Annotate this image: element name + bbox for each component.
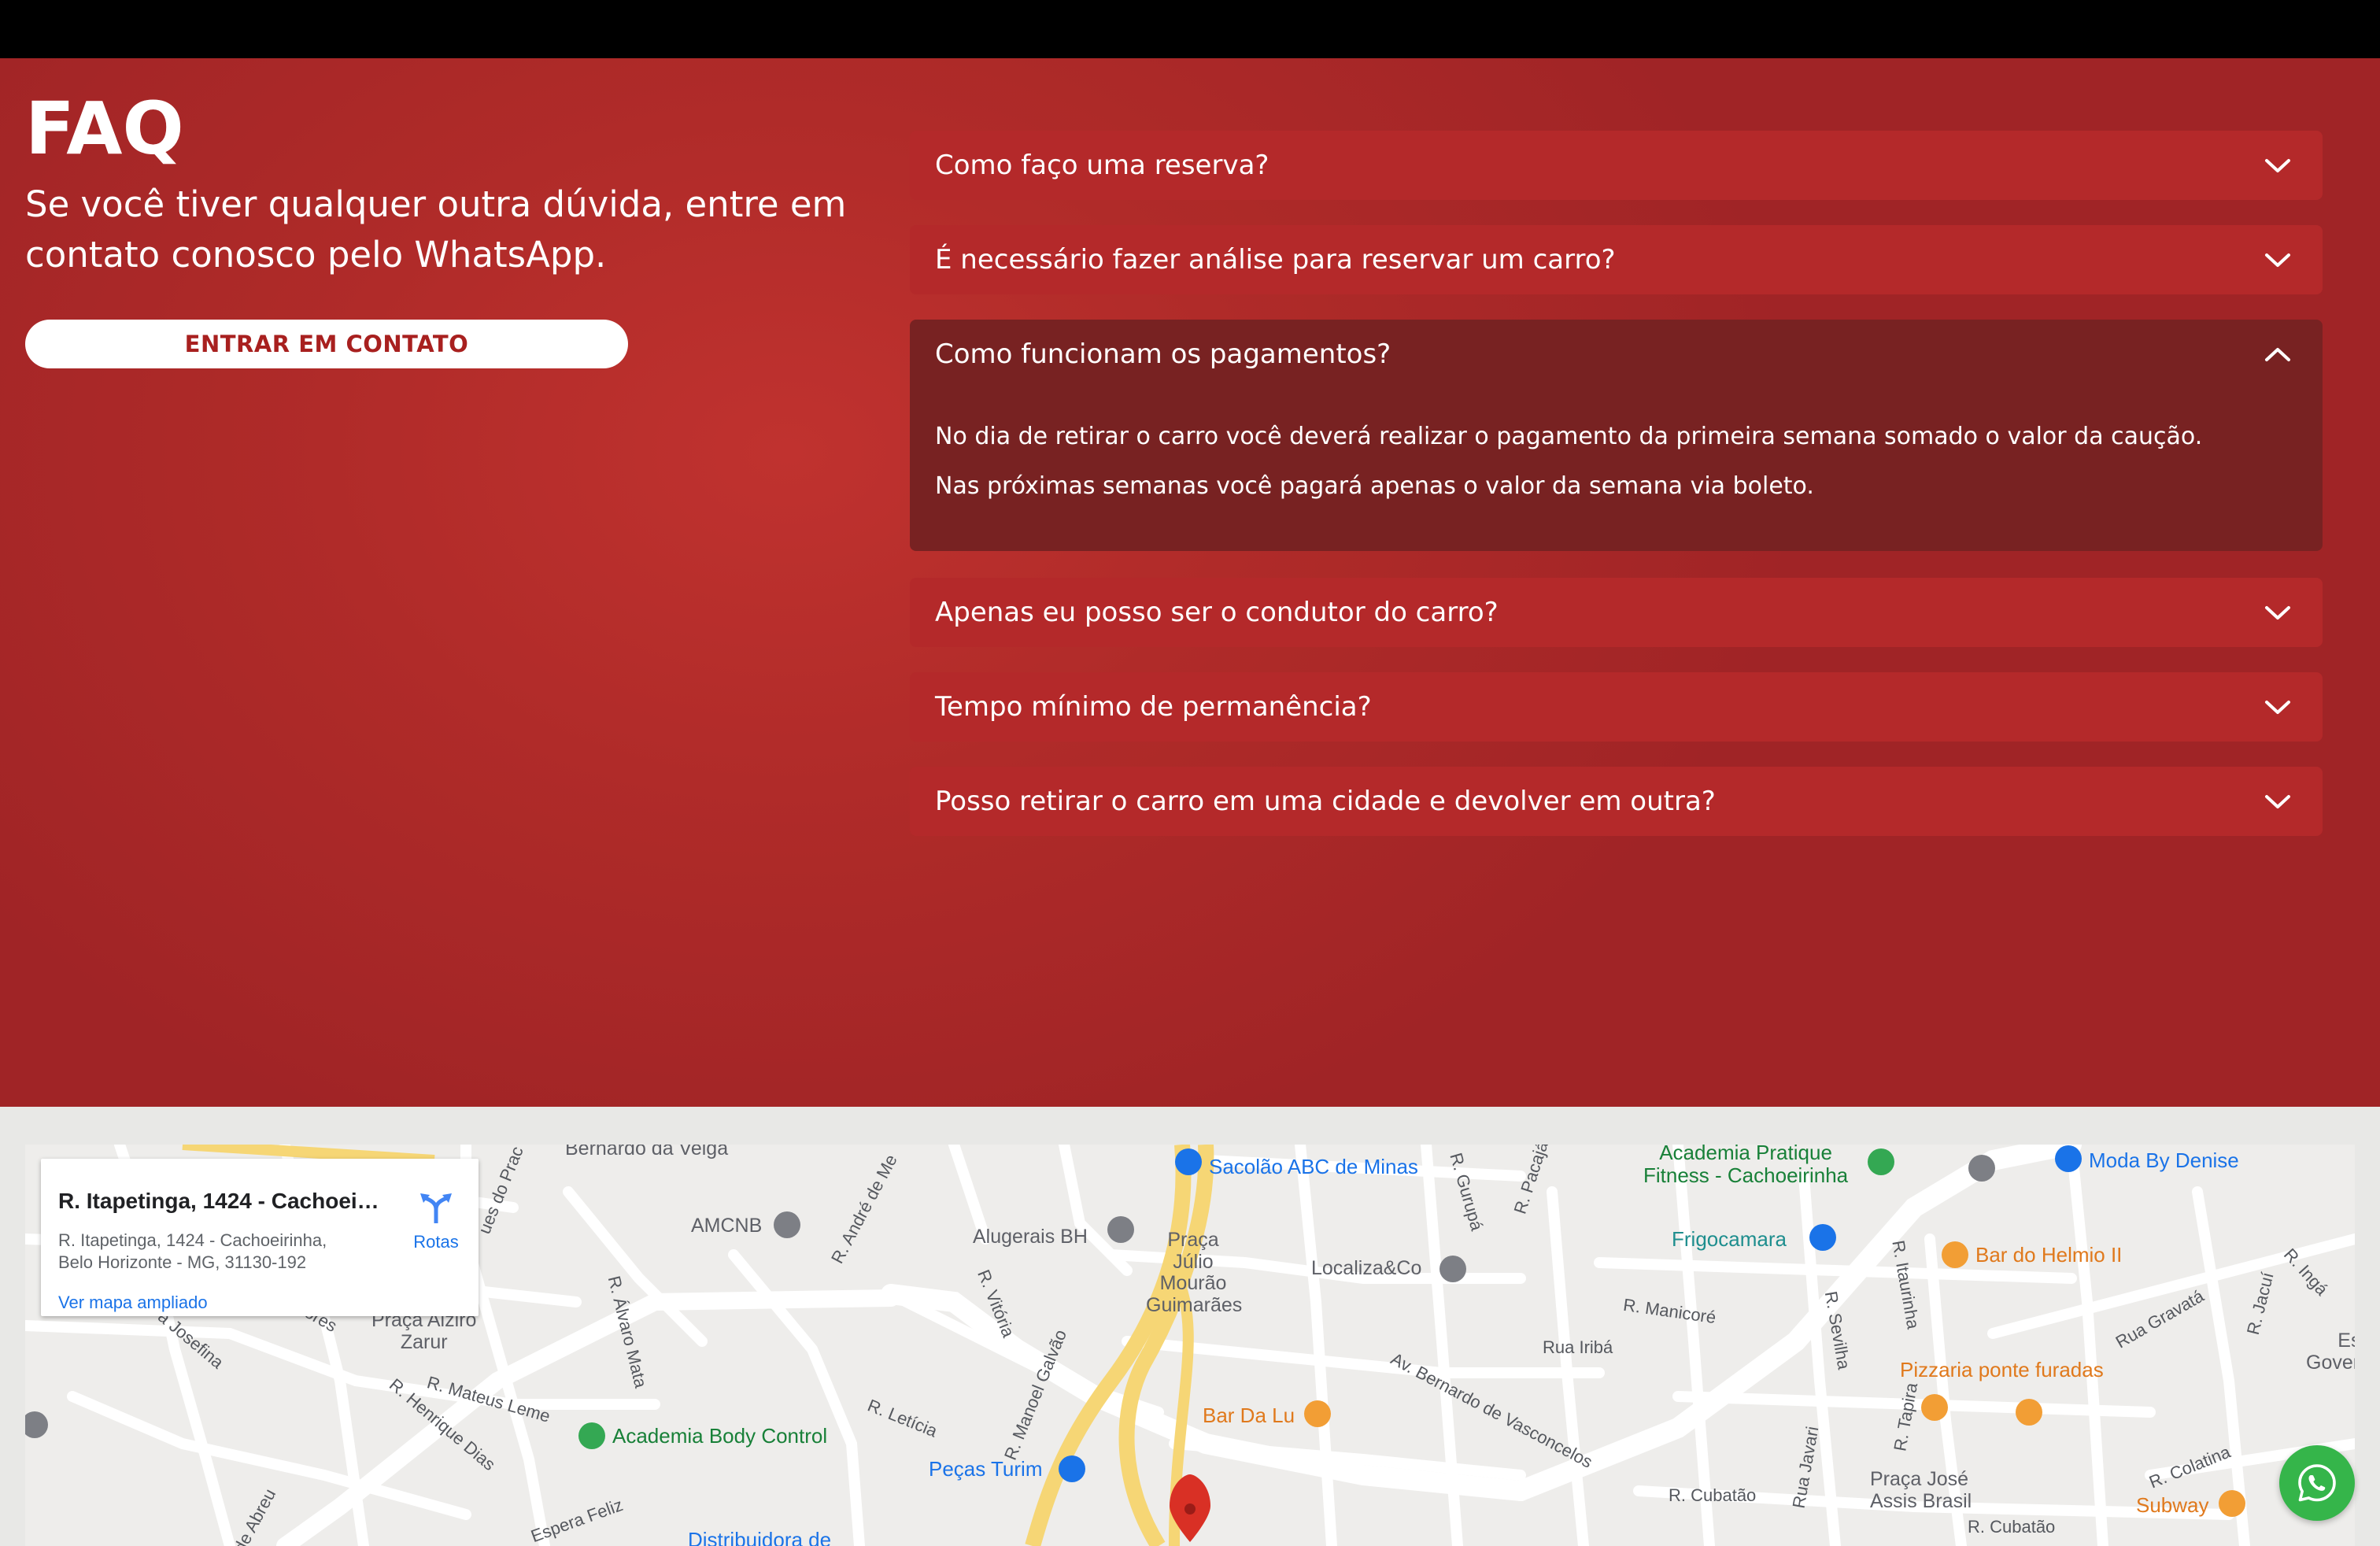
map-place-label: Alugerais BH — [973, 1226, 1088, 1248]
larger-map-link[interactable]: Ver mapa ampliado — [58, 1293, 208, 1313]
map-place-label: Praça José Assis Brasil — [1870, 1468, 1972, 1512]
faq-question: Como faço uma reserva? — [935, 150, 1269, 181]
faq-question: Posso retirar o carro em uma cidade e de… — [935, 786, 1716, 817]
faq-question: Como funcionam os pagamentos? — [935, 338, 1391, 370]
faq-item-analise[interactable]: É necessário fazer análise para reservar… — [910, 225, 2323, 294]
faq-item-cidade[interactable]: Posso retirar o carro em uma cidade e de… — [910, 767, 2323, 836]
top-bar — [0, 0, 2380, 58]
faq-question: É necessário fazer análise para reservar… — [935, 244, 1616, 276]
directions-label: Rotas — [413, 1232, 459, 1252]
map-place-label: Sacolão ABC de Minas — [1209, 1155, 1418, 1178]
map-place-label: Praça Alziro Zarur — [371, 1309, 477, 1353]
map-place-label: Frigocamara — [1672, 1227, 1787, 1251]
address-line: R. Itapetinga, 1424 - Cachoeirinha, — [58, 1230, 327, 1250]
map-place-label: Pizzaria ponte furadas — [1900, 1358, 2104, 1381]
map-street-label: R. Cubatão — [1669, 1485, 1757, 1505]
chevron-up-icon — [2265, 348, 2290, 361]
faq-answer-line: No dia de retirar o carro você deverá re… — [935, 423, 2203, 450]
directions-button[interactable]: Rotas — [405, 1190, 468, 1252]
whatsapp-icon — [2298, 1464, 2336, 1502]
map-card-address: R. Itapetinga, 1424 - Cachoeirinha, Belo… — [58, 1230, 373, 1274]
map-place-label: Peças Turim — [929, 1457, 1043, 1481]
faq-answer-line: Nas próximas semanas você pagará apenas … — [935, 472, 1814, 500]
faq-item-pagamentos[interactable]: Como funcionam os pagamentos? — [910, 320, 2323, 389]
map-place-label: Bernardo da Veiga — [565, 1145, 729, 1160]
map-place-label: Bar do Helmio II — [1975, 1243, 2123, 1267]
map-place-label: Praça Júlio Mourão Guimarães — [1146, 1229, 1243, 1316]
address-line: Belo Horizonte - MG, 31130-192 — [58, 1252, 307, 1272]
whatsapp-button[interactable] — [2279, 1445, 2355, 1521]
faq-item-permanencia[interactable]: Tempo mínimo de permanência? — [910, 672, 2323, 742]
faq-answer-pagamentos: No dia de retirar o carro você deverá re… — [910, 387, 2323, 551]
map-card-title: R. Itapetinga, 1424 - Cachoeiri... — [58, 1189, 381, 1213]
map-place-label: Esc Govern — [2306, 1330, 2355, 1374]
contact-button[interactable]: ENTRAR EM CONTATO — [25, 320, 628, 368]
chevron-down-icon — [2265, 253, 2290, 267]
map-street-label: Rua Iribá — [1543, 1337, 1613, 1357]
faq-subtitle: Se você tiver qualquer outra dúvida, ent… — [25, 183, 847, 276]
map-place-label: Academia Body Control — [612, 1424, 828, 1448]
map-place-label: Distribuidora de — [688, 1528, 832, 1546]
faq-question: Apenas eu posso ser o condutor do carro? — [935, 597, 1499, 628]
faq-item-reserva[interactable]: Como faço uma reserva? — [910, 131, 2323, 200]
faq-question: Tempo mínimo de permanência? — [935, 691, 1372, 723]
map-street-label: R. Cubatão — [1968, 1517, 2056, 1537]
chevron-down-icon — [2265, 606, 2290, 620]
map-place-label: AMCNB — [691, 1215, 763, 1237]
faq-title: FAQ — [25, 87, 184, 171]
chevron-down-icon — [2265, 159, 2290, 172]
map-info-card: R. Itapetinga, 1424 - Cachoeiri... R. It… — [41, 1159, 479, 1316]
map-place-label: Academia Pratique Fitness - Cachoeirinha — [1643, 1145, 1849, 1187]
faq-item-condutor[interactable]: Apenas eu posso ser o condutor do carro? — [910, 578, 2323, 647]
directions-icon — [420, 1193, 452, 1223]
map-place-label: Bar Da Lu — [1203, 1404, 1295, 1427]
chevron-down-icon — [2265, 795, 2290, 808]
embedded-map[interactable]: Bernardo da Veiga AMCNB Alugerais BH Sac… — [25, 1145, 2355, 1546]
map-place-label: Localiza&Co — [1311, 1257, 1422, 1279]
map-place-label: Subway — [2136, 1493, 2209, 1517]
chevron-down-icon — [2265, 701, 2290, 714]
map-place-label: Moda By Denise — [2089, 1148, 2239, 1172]
